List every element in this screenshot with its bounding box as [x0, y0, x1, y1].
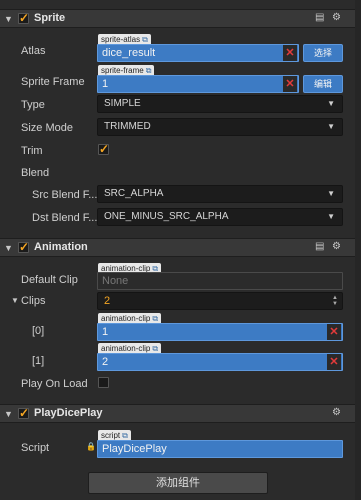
chevron-down-icon: ▼: [327, 122, 335, 131]
dst-blend-value: ONE_MINUS_SRC_ALPHA: [104, 211, 229, 222]
src-blend-value: SRC_ALPHA: [104, 188, 164, 199]
check-icon: ✓: [19, 11, 30, 25]
sprite-enabled-checkbox[interactable]: ✓: [18, 11, 30, 25]
link-icon[interactable]: ⧉: [152, 344, 158, 353]
animation-section-header[interactable]: ▼ ✓ Animation ▤ ⚙: [0, 238, 361, 257]
clips-label: Clips: [21, 295, 46, 307]
stepper-icon[interactable]: ▲ ▼: [332, 295, 338, 307]
collapse-icon[interactable]: ▼: [4, 14, 13, 24]
check-icon: ✓: [19, 240, 30, 254]
size-mode-dropdown[interactable]: TRIMMED ▼: [97, 118, 343, 136]
clip1-field[interactable]: 2 ✕: [97, 353, 343, 371]
chevron-down-icon: ▼: [327, 189, 335, 198]
default-clip-field[interactable]: None: [97, 272, 343, 290]
src-blend-dropdown[interactable]: SRC_ALPHA ▼: [97, 185, 343, 203]
sprite-frame-edit-button[interactable]: 编辑: [303, 75, 343, 93]
sprite-frame-field[interactable]: 1 ✕: [97, 75, 299, 93]
trim-checkbox[interactable]: ✓: [98, 142, 110, 156]
sprite-frame-clear-icon[interactable]: ✕: [283, 76, 297, 92]
link-icon[interactable]: ⧉: [142, 35, 148, 44]
link-icon[interactable]: ⧉: [146, 66, 152, 75]
playdice-section-header[interactable]: ▼ ✓ PlayDicePlay ⚙: [0, 404, 361, 423]
clip1-value: 2: [102, 356, 109, 368]
gear-icon[interactable]: ⚙: [332, 12, 341, 23]
blend-label: Blend: [21, 167, 50, 179]
book-icon[interactable]: ▤: [315, 12, 324, 23]
script-value: PlayDicePlay: [102, 443, 167, 455]
collapse-icon[interactable]: ▼: [4, 243, 13, 253]
link-icon[interactable]: ⧉: [152, 314, 158, 323]
add-component-button[interactable]: 添加组件: [88, 472, 268, 494]
gear-icon[interactable]: ⚙: [332, 407, 341, 418]
clip0-clear-icon[interactable]: ✕: [327, 324, 341, 340]
clip0-label: [0]: [32, 325, 45, 337]
expand-icon[interactable]: ▼: [11, 296, 19, 305]
chevron-down-icon: ▼: [327, 99, 335, 108]
clip1-clear-icon[interactable]: ✕: [327, 354, 341, 370]
animation-enabled-checkbox[interactable]: ✓: [18, 240, 30, 254]
book-icon[interactable]: ▤: [315, 241, 324, 252]
clip0-field[interactable]: 1 ✕: [97, 323, 343, 341]
atlas-clear-icon[interactable]: ✕: [283, 45, 297, 61]
atlas-value: dice_result: [102, 47, 156, 59]
dst-blend-label: Dst Blend F...: [32, 212, 98, 224]
size-mode-value: TRIMMED: [104, 121, 151, 132]
clips-count-value: 2: [104, 295, 111, 307]
type-label: Type: [21, 99, 45, 111]
link-icon[interactable]: ⧉: [122, 431, 128, 440]
script-field[interactable]: PlayDicePlay: [97, 440, 343, 458]
sprite-section-title: Sprite: [34, 12, 66, 24]
src-blend-label: Src Blend F...: [32, 189, 98, 201]
default-clip-value: None: [102, 275, 129, 287]
play-on-load-checkbox[interactable]: [98, 377, 109, 388]
vertical-scrollbar[interactable]: [355, 0, 361, 500]
gear-icon[interactable]: ⚙: [332, 241, 341, 252]
dst-blend-dropdown[interactable]: ONE_MINUS_SRC_ALPHA ▼: [97, 208, 343, 226]
play-on-load-label: Play On Load: [21, 378, 88, 390]
clip0-value: 1: [102, 326, 109, 338]
playdice-section-title: PlayDicePlay: [34, 407, 103, 419]
playdice-enabled-checkbox[interactable]: ✓: [18, 406, 30, 420]
lock-icon: 🔒: [86, 442, 96, 451]
atlas-label: Atlas: [21, 45, 46, 57]
sprite-frame-value: 1: [102, 78, 109, 90]
collapse-icon[interactable]: ▼: [4, 409, 13, 419]
trim-label: Trim: [21, 145, 43, 157]
script-label: Script: [21, 442, 50, 454]
clip1-label: [1]: [32, 355, 45, 367]
type-value: SIMPLE: [104, 98, 141, 109]
chevron-down-icon: ▼: [327, 212, 335, 221]
default-clip-label: Default Clip: [21, 274, 78, 286]
sprite-section-header[interactable]: ▼ ✓ Sprite ▤ ⚙: [0, 9, 361, 28]
atlas-field[interactable]: dice_result ✕: [97, 44, 299, 62]
type-dropdown[interactable]: SIMPLE ▼: [97, 95, 343, 113]
sprite-frame-label: Sprite Frame: [21, 76, 85, 88]
clips-count-input[interactable]: 2 ▲ ▼: [97, 292, 343, 310]
animation-section-title: Animation: [34, 241, 88, 253]
check-icon: ✓: [19, 406, 30, 420]
check-icon: ✓: [99, 142, 110, 156]
size-mode-label: Size Mode: [21, 122, 73, 134]
atlas-select-button[interactable]: 选择: [303, 44, 343, 62]
